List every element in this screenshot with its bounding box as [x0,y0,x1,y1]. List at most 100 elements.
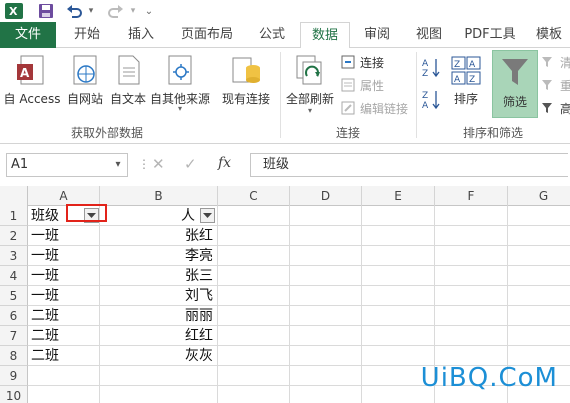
cell-a5[interactable]: 一班 [28,286,100,306]
redo-dropdown-icon[interactable]: ▾ [128,2,138,20]
cell-d8[interactable] [290,346,362,366]
cell-a7[interactable]: 二班 [28,326,100,346]
cell-b7[interactable]: 红红 [100,326,218,346]
reapply-button[interactable]: 重 [540,75,570,95]
tab-page-layout[interactable]: 页面布局 [172,22,242,48]
formula-input[interactable]: 班级 [250,153,568,177]
tab-home[interactable]: 开始 [62,22,112,48]
cell-d3[interactable] [290,246,362,266]
column-header-d[interactable]: D [290,186,362,206]
filter-dropdown-b[interactable] [200,208,215,223]
cell-g6[interactable] [508,306,570,326]
cell-d7[interactable] [290,326,362,346]
cell-b10[interactable] [100,386,218,403]
name-box-dropdown-icon[interactable]: ▾ [111,154,125,176]
refresh-all-button[interactable]: 全部刷新 ▾ [284,52,336,115]
column-header-e[interactable]: E [362,186,435,206]
tab-insert[interactable]: 插入 [116,22,166,48]
connections-button[interactable]: 连接 [340,52,384,72]
cell-d1[interactable] [290,206,362,226]
cell-f6[interactable] [435,306,508,326]
cell-c9[interactable] [218,366,290,386]
cell-c6[interactable] [218,306,290,326]
cell-b9[interactable] [100,366,218,386]
from-text-button[interactable]: 自文本 [106,52,150,108]
enter-icon[interactable]: ✓ [184,155,197,173]
column-header-g[interactable]: G [508,186,570,206]
sort-button[interactable]: ZAAZ 排序 [446,52,486,108]
sort-descending-button[interactable]: ZA [420,88,444,112]
cell-d10[interactable] [290,386,362,403]
cell-e7[interactable] [362,326,435,346]
undo-icon[interactable] [64,2,84,20]
cell-e2[interactable] [362,226,435,246]
tab-review[interactable]: 审阅 [354,22,400,48]
column-header-b[interactable]: B [100,186,218,206]
cell-d5[interactable] [290,286,362,306]
tab-view[interactable]: 视图 [406,22,452,48]
row-header[interactable]: 9 [0,366,28,386]
tab-pdf-tools[interactable]: PDF工具 [456,22,524,48]
cell-f7[interactable] [435,326,508,346]
from-access-button[interactable]: A 自 Access [2,52,62,108]
insert-function-icon[interactable]: fx [218,155,231,171]
cell-f3[interactable] [435,246,508,266]
cell-b3[interactable]: 李亮 [100,246,218,266]
cell-b2[interactable]: 张红 [100,226,218,246]
cell-f4[interactable] [435,266,508,286]
cell-d4[interactable] [290,266,362,286]
cell-b4[interactable]: 张三 [100,266,218,286]
cell-c3[interactable] [218,246,290,266]
cell-a9[interactable] [28,366,100,386]
cell-d2[interactable] [290,226,362,246]
cell-b8[interactable]: 灰灰 [100,346,218,366]
row-header[interactable]: 6 [0,306,28,326]
cell-e3[interactable] [362,246,435,266]
cell-f5[interactable] [435,286,508,306]
edit-links-button[interactable]: 编辑链接 [340,98,408,118]
filter-button[interactable]: 筛选 [492,50,538,118]
cell-e1[interactable] [362,206,435,226]
cell-a3[interactable]: 一班 [28,246,100,266]
properties-button[interactable]: 属性 [340,75,384,95]
row-header[interactable]: 2 [0,226,28,246]
row-header[interactable]: 10 [0,386,28,403]
undo-dropdown-icon[interactable]: ▾ [86,2,96,20]
cell-g7[interactable] [508,326,570,346]
cell-g5[interactable] [508,286,570,306]
column-header-f[interactable]: F [435,186,508,206]
save-icon[interactable] [36,2,56,20]
cell-b5[interactable]: 刘飞 [100,286,218,306]
cell-g2[interactable] [508,226,570,246]
from-web-button[interactable]: 自网站 [62,52,108,108]
cell-c1[interactable] [218,206,290,226]
sort-ascending-button[interactable]: AZ [420,56,444,80]
cell-c10[interactable] [218,386,290,403]
advanced-filter-button[interactable]: 高 [540,98,570,118]
cell-a8[interactable]: 二班 [28,346,100,366]
cell-c4[interactable] [218,266,290,286]
cell-e6[interactable] [362,306,435,326]
cell-d6[interactable] [290,306,362,326]
cell-a2[interactable]: 一班 [28,226,100,246]
cell-a4[interactable]: 一班 [28,266,100,286]
cell-g3[interactable] [508,246,570,266]
cell-c2[interactable] [218,226,290,246]
cell-c7[interactable] [218,326,290,346]
cell-g4[interactable] [508,266,570,286]
row-header[interactable]: 5 [0,286,28,306]
clear-filter-button[interactable]: 清 [540,52,570,72]
tab-templates[interactable]: 模板 [528,22,570,48]
cell-b6[interactable]: 丽丽 [100,306,218,326]
row-header[interactable]: 1 [0,206,28,226]
column-header-c[interactable]: C [218,186,290,206]
existing-connections-button[interactable]: 现有连接 [216,52,276,108]
row-header[interactable]: 4 [0,266,28,286]
cell-c8[interactable] [218,346,290,366]
tab-data[interactable]: 数据 [300,22,350,49]
name-box[interactable]: A1 ▾ [6,153,128,177]
customize-toolbar-icon[interactable]: ⌄ [144,2,154,20]
row-header[interactable]: 8 [0,346,28,366]
row-header[interactable]: 7 [0,326,28,346]
tab-file[interactable]: 文件 [0,22,56,48]
